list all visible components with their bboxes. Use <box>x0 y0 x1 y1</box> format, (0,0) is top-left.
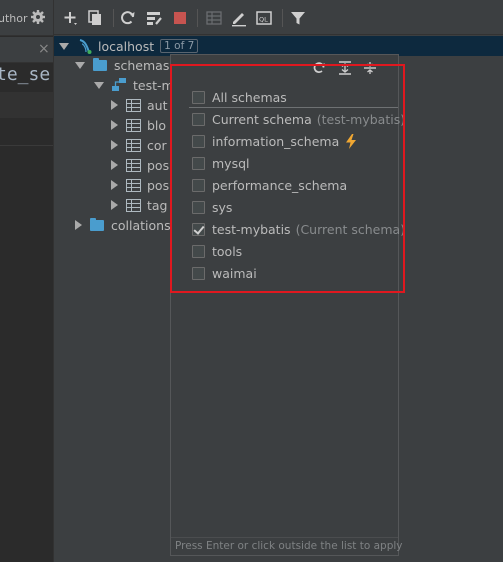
option-label: performance_schema <box>212 177 348 193</box>
tree-label: blo <box>147 117 167 133</box>
option-hint: (test-mybatis) <box>316 111 406 127</box>
svg-text:QL: QL <box>259 16 268 24</box>
option-label: mysql <box>212 155 250 171</box>
tree-label: test-m <box>133 77 174 93</box>
folder-icon <box>90 217 104 231</box>
folder-icon <box>93 57 107 71</box>
tree-item-table[interactable]: cor <box>111 135 167 155</box>
schema-option-mysql[interactable]: mysql <box>192 152 250 174</box>
checkbox[interactable] <box>192 112 205 126</box>
edit-icon[interactable] <box>230 9 248 27</box>
schema-option-test-mybatis[interactable]: test-mybatis (Current schema) <box>192 218 405 240</box>
editor-line <box>0 118 53 146</box>
chevron-right-icon[interactable] <box>111 200 118 210</box>
editor-gutter: uthor × te_se <box>0 0 54 562</box>
tree-label: collations <box>111 217 171 233</box>
tree-label: pos <box>147 177 170 193</box>
datasource-icon <box>79 39 92 54</box>
table-icon[interactable] <box>205 9 223 27</box>
tree-item-collations[interactable]: collations <box>75 215 171 235</box>
tree-label: aut <box>147 97 168 113</box>
filter-icon[interactable] <box>289 9 307 27</box>
checkbox-checked[interactable] <box>192 222 205 236</box>
tree-label: tag <box>147 197 168 213</box>
author-label: uthor <box>0 12 28 25</box>
tree-label: schemas <box>114 57 170 73</box>
console-icon[interactable]: QL <box>255 9 273 27</box>
popup-footer-hint: Press Enter or click outside the list to… <box>171 537 403 555</box>
stop-icon[interactable] <box>171 9 189 27</box>
editor-current-line <box>0 92 53 118</box>
toolbar-separator <box>282 9 283 27</box>
add-icon[interactable] <box>62 9 80 27</box>
editor-code-text: te_se <box>0 64 51 85</box>
chevron-down-icon[interactable] <box>94 81 104 89</box>
option-label: All schemas <box>212 89 287 105</box>
table-icon <box>126 138 141 152</box>
checkbox[interactable] <box>192 200 205 214</box>
chevron-right-icon[interactable] <box>111 180 118 190</box>
gear-icon[interactable] <box>30 9 46 25</box>
chevron-right-icon[interactable] <box>111 120 118 130</box>
settings-icon[interactable] <box>145 9 163 27</box>
checkbox[interactable] <box>192 266 205 280</box>
chevron-right-icon[interactable] <box>111 140 118 150</box>
collapse-all-icon[interactable] <box>363 61 377 75</box>
checkbox[interactable] <box>192 178 205 192</box>
table-icon <box>126 178 141 192</box>
chevron-right-icon[interactable] <box>75 220 82 230</box>
table-icon <box>126 198 141 212</box>
tree-item-table[interactable]: tag <box>111 195 168 215</box>
tree-item-localhost[interactable]: localhost 1 of 7 <box>54 36 503 56</box>
tree-item-schema[interactable]: test-m <box>94 75 174 95</box>
option-label: waimai <box>212 265 257 281</box>
tree-label: pos <box>147 157 170 173</box>
option-hint: (Current schema) <box>295 221 406 237</box>
duplicate-icon[interactable] <box>86 9 104 27</box>
checkbox[interactable] <box>192 244 205 258</box>
editor-header: uthor <box>0 0 53 36</box>
option-label: information_schema <box>212 133 340 149</box>
option-label: Current schema <box>212 111 312 127</box>
table-icon <box>126 118 141 132</box>
lightning-icon <box>346 133 357 149</box>
tree-item-table[interactable]: pos <box>111 175 169 195</box>
checkbox[interactable] <box>192 90 205 104</box>
schema-option-current[interactable]: Current schema (test-mybatis) <box>192 108 405 130</box>
tree-item-table[interactable]: pos <box>111 155 169 175</box>
checkbox[interactable] <box>192 156 205 170</box>
option-label: sys <box>212 199 233 215</box>
refresh-icon[interactable] <box>119 9 137 27</box>
tree-label: localhost <box>98 38 155 54</box>
chevron-right-icon[interactable] <box>111 160 118 170</box>
expand-all-icon[interactable] <box>338 61 352 75</box>
schema-count-badge[interactable]: 1 of 7 <box>160 39 199 53</box>
database-toolbar: QL <box>54 0 503 35</box>
table-icon <box>126 158 141 172</box>
tree-item-schemas[interactable]: schemas <box>75 55 169 75</box>
chevron-right-icon[interactable] <box>111 100 118 110</box>
tree-label: cor <box>147 137 167 153</box>
schema-option-tools[interactable]: tools <box>192 240 242 262</box>
schema-icon <box>112 78 126 91</box>
schema-option-performance-schema[interactable]: performance_schema <box>192 174 347 196</box>
schema-option-information-schema[interactable]: information_schema <box>192 130 358 152</box>
checkbox[interactable] <box>192 134 205 148</box>
schema-option-waimai[interactable]: waimai <box>192 262 257 284</box>
schema-option-sys[interactable]: sys <box>192 196 232 218</box>
refresh-icon[interactable] <box>312 61 326 75</box>
tree-item-table[interactable]: aut <box>111 95 167 115</box>
toolbar-separator <box>197 9 198 27</box>
close-icon[interactable]: × <box>38 41 50 57</box>
popup-header <box>171 55 398 81</box>
table-icon <box>126 98 141 112</box>
option-label: test-mybatis <box>212 221 291 237</box>
schema-selector-popup: All schemas Current schema (test-mybatis… <box>170 54 405 556</box>
all-schemas-option[interactable]: All schemas <box>192 86 287 108</box>
tree-item-table[interactable]: blo <box>111 115 166 135</box>
toolbar-separator <box>113 9 114 27</box>
chevron-down-icon[interactable] <box>59 42 69 50</box>
option-label: tools <box>212 243 243 259</box>
chevron-down-icon[interactable] <box>75 61 85 69</box>
